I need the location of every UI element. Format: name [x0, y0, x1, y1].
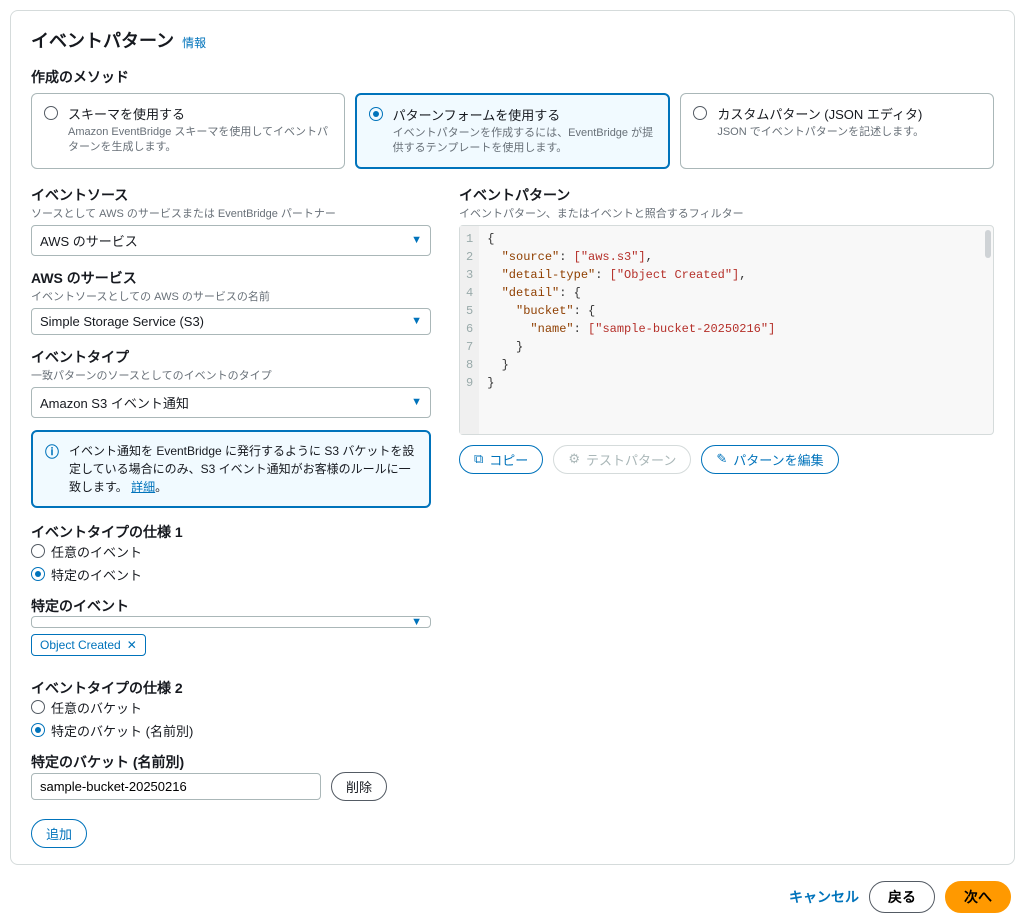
aws-service-label: AWS のサービス — [31, 268, 431, 288]
spec2-label: イベントタイプの仕様 2 — [31, 678, 431, 698]
spec1-specific-radio[interactable]: 特定のイベント — [31, 565, 431, 584]
event-type-select[interactable]: Amazon S3 イベント通知 ▼ — [31, 387, 431, 418]
radio-icon — [31, 700, 45, 714]
radio-label: 特定のイベント — [51, 565, 142, 584]
tile-title: スキーマを使用する — [68, 104, 332, 123]
event-source-select[interactable]: AWS のサービス ▼ — [31, 225, 431, 256]
spec2-any-radio[interactable]: 任意のバケット — [31, 698, 431, 717]
aws-service-hint: イベントソースとしての AWS のサービスの名前 — [31, 288, 431, 304]
test-pattern-button[interactable]: ⚙ テストパターン — [553, 445, 691, 474]
method-tile-custom[interactable]: カスタムパターン (JSON エディタ) JSON でイベントパターンを記述しま… — [680, 93, 994, 169]
method-tiles: スキーマを使用する Amazon EventBridge スキーマを使用してイベ… — [31, 93, 994, 169]
spec1-any-radio[interactable]: 任意のイベント — [31, 542, 431, 561]
specific-bucket-label: 特定のバケット (名前別) — [31, 752, 431, 772]
edit-pattern-button[interactable]: ✎ パターンを編集 — [701, 445, 838, 474]
caret-down-icon: ▼ — [411, 396, 422, 408]
copy-button[interactable]: ⧉ コピー — [459, 445, 543, 474]
panel-title: イベントパターン 情報 — [31, 27, 994, 53]
alert-detail-link[interactable]: 詳細 — [131, 480, 155, 494]
tile-title: パターンフォームを使用する — [393, 105, 657, 124]
test-label: テストパターン — [586, 450, 676, 469]
info-icon: ⓘ — [45, 442, 59, 496]
copy-label: コピー — [489, 450, 528, 469]
select-value: Amazon S3 イベント通知 — [40, 393, 189, 412]
method-label: 作成のメソッド — [31, 67, 994, 87]
pencil-icon: ✎ — [716, 451, 727, 467]
info-link[interactable]: 情報 — [182, 34, 206, 51]
radio-label: 特定のバケット (名前別) — [51, 721, 193, 740]
event-source-label: イベントソース — [31, 185, 431, 205]
alert-text: イベント通知を EventBridge に発行するように S3 バケットを設定し… — [69, 444, 414, 494]
event-type-hint: 一致パターンのソースとしてのイベントのタイプ — [31, 367, 431, 383]
select-value: Simple Storage Service (S3) — [40, 314, 204, 329]
bucket-name-input[interactable] — [31, 773, 321, 800]
spec1-label: イベントタイプの仕様 1 — [31, 522, 431, 542]
gear-icon: ⚙ — [568, 451, 580, 467]
pattern-hint: イベントパターン、またはイベントと照合するフィルター — [459, 205, 994, 221]
next-button[interactable]: 次へ — [945, 881, 1011, 913]
tile-title: カスタムパターン (JSON エディタ) — [717, 104, 981, 123]
specific-event-select[interactable]: ▼ — [31, 616, 431, 628]
radio-icon — [693, 106, 707, 120]
scrollbar-thumb[interactable] — [985, 230, 991, 258]
wizard-footer: キャンセル 戻る 次へ — [10, 865, 1015, 913]
pattern-label: イベントパターン — [459, 185, 994, 205]
method-tile-form[interactable]: パターンフォームを使用する イベントパターンを作成するには、EventBridg… — [355, 93, 671, 169]
line-gutter: 123456789 — [460, 226, 479, 434]
radio-icon — [31, 567, 45, 581]
caret-down-icon: ▼ — [411, 234, 422, 246]
specific-event-label: 特定のイベント — [31, 596, 431, 616]
code-content: { "source": ["aws.s3"], "detail-type": [… — [479, 226, 783, 434]
select-value: AWS のサービス — [40, 231, 138, 250]
cancel-link[interactable]: キャンセル — [789, 887, 859, 907]
radio-icon — [31, 723, 45, 737]
close-icon[interactable]: ✕ — [127, 638, 137, 652]
radio-icon — [369, 107, 383, 121]
event-source-hint: ソースとして AWS のサービスまたは EventBridge パートナー — [31, 205, 431, 221]
radio-icon — [31, 544, 45, 558]
radio-label: 任意のバケット — [51, 698, 142, 717]
edit-label: パターンを編集 — [733, 450, 823, 469]
info-alert: ⓘ イベント通知を EventBridge に発行するように S3 バケットを設… — [31, 430, 431, 508]
back-button[interactable]: 戻る — [869, 881, 935, 913]
tile-desc: イベントパターンを作成するには、EventBridge が提供するテンプレートを… — [393, 126, 657, 157]
remove-button[interactable]: 削除 — [331, 772, 387, 801]
caret-down-icon: ▼ — [411, 315, 422, 327]
tile-desc: JSON でイベントパターンを記述します。 — [717, 125, 981, 140]
event-pattern-panel: イベントパターン 情報 作成のメソッド スキーマを使用する Amazon Eve… — [10, 10, 1015, 865]
aws-service-select[interactable]: Simple Storage Service (S3) ▼ — [31, 308, 431, 335]
event-token: Object Created ✕ — [31, 634, 146, 656]
tile-desc: Amazon EventBridge スキーマを使用してイベントパターンを生成し… — [68, 125, 332, 156]
copy-icon: ⧉ — [474, 451, 483, 467]
spec2-specific-radio[interactable]: 特定のバケット (名前別) — [31, 721, 431, 740]
method-tile-schema[interactable]: スキーマを使用する Amazon EventBridge スキーマを使用してイベ… — [31, 93, 345, 169]
radio-icon — [44, 106, 58, 120]
event-type-label: イベントタイプ — [31, 347, 431, 367]
panel-title-text: イベントパターン — [31, 27, 174, 53]
add-button[interactable]: 追加 — [31, 819, 87, 848]
radio-label: 任意のイベント — [51, 542, 142, 561]
token-text: Object Created — [40, 638, 121, 652]
json-editor[interactable]: 123456789 { "source": ["aws.s3"], "detai… — [459, 225, 994, 435]
caret-down-icon: ▼ — [411, 616, 422, 628]
